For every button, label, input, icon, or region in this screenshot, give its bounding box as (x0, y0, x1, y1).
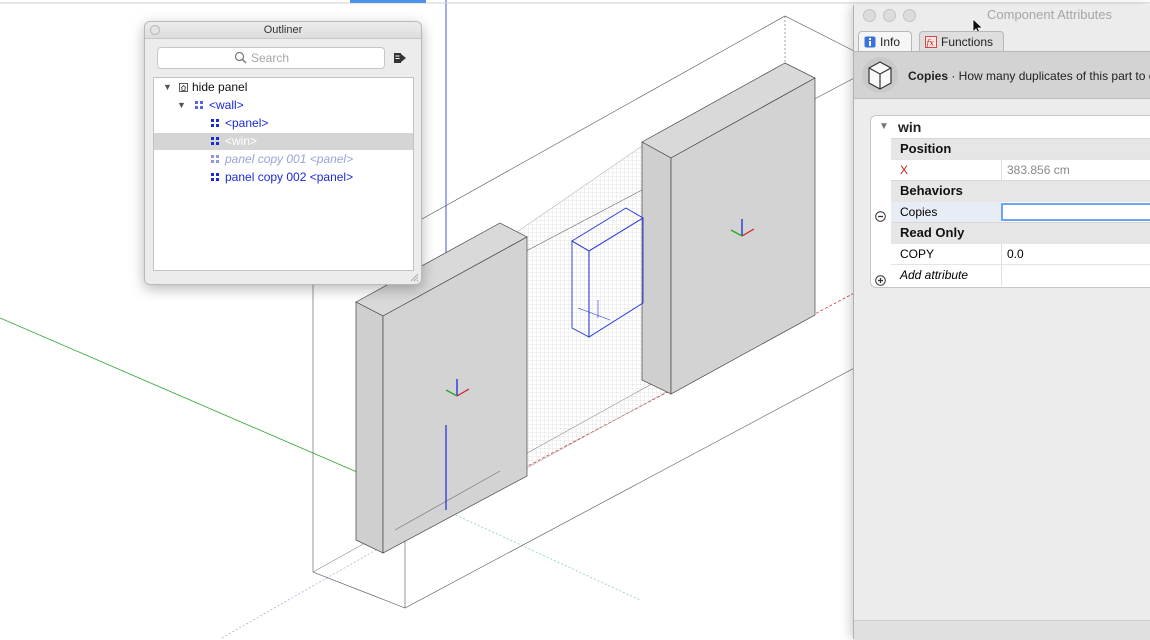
attribute-value: 0.0 (1001, 244, 1150, 265)
add-attribute-icon[interactable] (875, 275, 886, 286)
minimize-window-icon[interactable] (883, 9, 896, 22)
close-icon[interactable] (150, 25, 160, 35)
component-icon (211, 119, 219, 127)
tree-item-label: hide panel (192, 80, 248, 94)
attribute-sheet[interactable]: ▼ win Position X 383.856 cm Behaviors Co… (870, 115, 1150, 288)
group-position: Position (891, 138, 1150, 159)
outliner-window[interactable]: Outliner ▼ hide panel ▼ <wall> (144, 21, 422, 285)
component-icon (211, 137, 219, 145)
component-cube-icon (862, 57, 898, 93)
tree-item-label: panel copy 001 <panel> (225, 152, 354, 166)
tree-item-wall[interactable]: ▼ <wall> (154, 97, 413, 114)
tree-item-panel[interactable]: <panel> (154, 115, 413, 132)
search-box[interactable] (157, 47, 385, 69)
tree-item-hide-panel[interactable]: ▼ hide panel (154, 79, 413, 96)
attribute-info-bar: Copies · How many duplicates of this par… (854, 51, 1150, 99)
window-title: Component Attributes (987, 7, 1113, 22)
tree-item-label: <panel> (225, 116, 269, 130)
info-icon (864, 36, 876, 48)
tab-info[interactable]: Info (858, 31, 912, 52)
tree-item-label: <win> (225, 134, 258, 148)
search-input[interactable] (251, 50, 371, 65)
attributes-titlebar[interactable]: Component Attributes (854, 5, 1150, 36)
remove-attribute-icon[interactable] (875, 211, 886, 222)
attribute-value[interactable]: 383.856 cm (1001, 160, 1150, 181)
component-header[interactable]: ▼ win (871, 116, 1150, 138)
attribute-name: X (900, 163, 909, 177)
group-behaviors: Behaviors (891, 180, 1150, 201)
disclosure-triangle-icon[interactable]: ▼ (163, 79, 172, 96)
svg-text:fx: fx (926, 39, 935, 48)
attribute-value (1001, 265, 1150, 286)
attribute-name: COPY (900, 247, 935, 261)
attribute-row-x[interactable]: X 383.856 cm (891, 159, 1150, 181)
tree-item-panel-copy-002[interactable]: panel copy 002 <panel> (154, 169, 413, 186)
tree-item-panel-copy-001[interactable]: panel copy 001 <panel> (154, 151, 413, 168)
house-icon (179, 83, 188, 92)
outliner-tree[interactable]: ▼ hide panel ▼ <wall> <panel> <win> pane… (153, 77, 414, 271)
component-icon (211, 173, 219, 181)
tree-item-label: <wall> (209, 98, 244, 112)
function-icon: fx (925, 36, 937, 48)
group-read-only: Read Only (891, 222, 1150, 243)
component-name: win (898, 119, 922, 135)
tab-label: Functions (941, 35, 994, 49)
resize-grip-icon[interactable] (410, 273, 419, 282)
right-panel (641, 62, 816, 395)
add-attribute-row[interactable]: Add attribute (891, 264, 1150, 286)
attribute-row-copies[interactable]: Copies (891, 201, 1150, 223)
outliner-title: Outliner (263, 24, 303, 36)
green-axis-dotted (444, 509, 641, 601)
close-window-icon[interactable] (863, 9, 876, 22)
copies-value-input[interactable] (1001, 203, 1150, 221)
disclosure-triangle-icon[interactable]: ▼ (879, 116, 889, 138)
search-icon (234, 51, 247, 64)
disclosure-triangle-icon[interactable]: ▼ (177, 97, 186, 114)
tree-item-label: panel copy 002 <panel> (225, 170, 354, 184)
tab-label: Info (880, 35, 901, 49)
attribute-name: Copies (891, 202, 1001, 223)
tree-item-win[interactable]: <win> (154, 133, 413, 150)
component-icon (211, 155, 219, 163)
tab-functions[interactable]: fx Functions (919, 31, 1004, 52)
attribute-description: Copies · How many duplicates of this par… (908, 69, 1150, 83)
attributes-footer (854, 620, 1150, 640)
component-attributes-window[interactable]: Component Attributes Info fx Functions C… (853, 5, 1150, 640)
outliner-titlebar[interactable]: Outliner (145, 22, 421, 39)
component-icon (195, 101, 203, 109)
details-menu-icon[interactable] (392, 50, 408, 66)
zoom-window-icon[interactable] (903, 9, 916, 22)
attribute-row-copy[interactable]: COPY 0.0 (891, 243, 1150, 265)
add-attribute-label[interactable]: Add attribute (900, 265, 1000, 286)
